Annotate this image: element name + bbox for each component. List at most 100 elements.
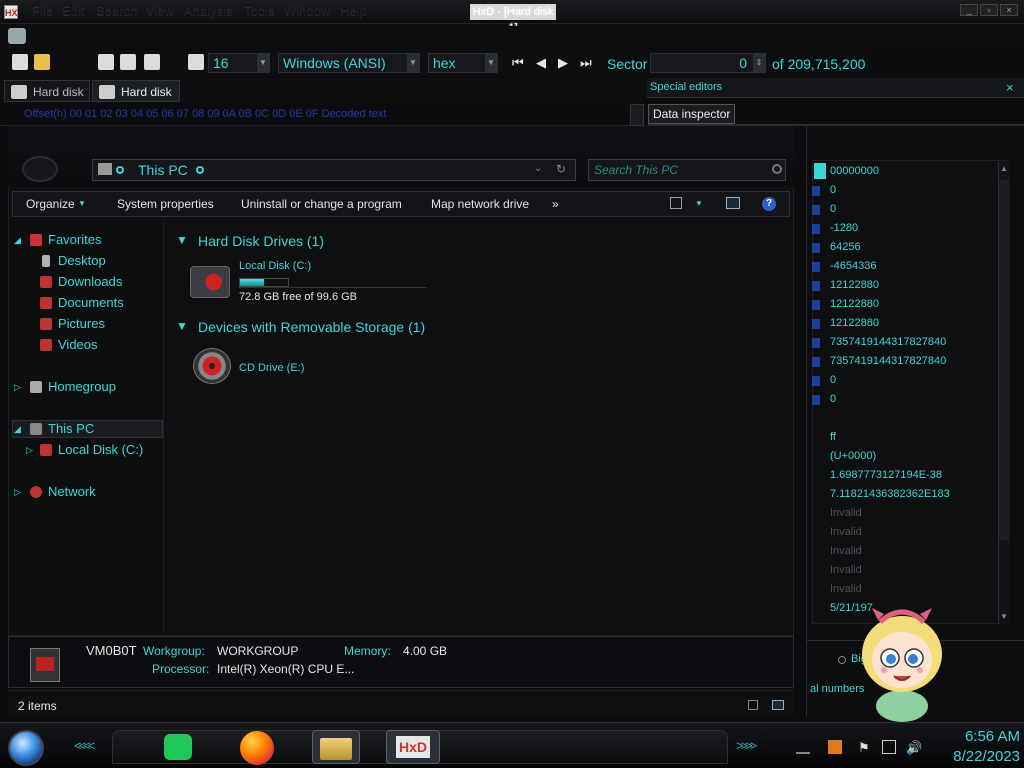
- menu-search[interactable]: Search: [96, 3, 137, 18]
- window-maximize-button[interactable]: ▫: [980, 4, 998, 16]
- tab-hard-disk-1-active[interactable]: Hard disk 1: [92, 80, 180, 121]
- inspector-value-row[interactable]: 7357419144317827840: [830, 333, 1010, 352]
- scroll-down-icon[interactable]: ▼: [1000, 612, 1008, 621]
- prev-sector-icon[interactable]: ◀: [536, 55, 546, 71]
- details-view-icon[interactable]: [748, 700, 758, 710]
- help-icon[interactable]: ?: [762, 197, 776, 211]
- bytes-per-row-select[interactable]: 16 ▼: [208, 53, 270, 73]
- charset-select[interactable]: Windows (ANSI) ▼: [278, 53, 420, 73]
- chevron-down-icon[interactable]: ⌄: [534, 163, 542, 174]
- nav-videos[interactable]: Videos: [26, 335, 178, 355]
- collapse-chevron-icon[interactable]: ▼: [176, 319, 188, 333]
- chevron-down-icon[interactable]: ▼: [695, 199, 703, 208]
- app-icon[interactable]: HX: [4, 5, 18, 19]
- offset-base-select[interactable]: hex ▼: [428, 53, 498, 73]
- inspector-value-row[interactable]: 12122880: [830, 276, 1010, 295]
- clock-time[interactable]: 6:56 AM: [940, 728, 1020, 745]
- expand-arrow-icon[interactable]: ◢: [14, 230, 21, 250]
- network-icon[interactable]: [882, 740, 896, 754]
- nav-desktop[interactable]: Desktop: [26, 251, 178, 271]
- menu-help[interactable]: Help: [340, 3, 367, 18]
- inspector-value-row[interactable]: 12122880: [830, 295, 1010, 314]
- menu-window[interactable]: Window: [284, 3, 330, 18]
- inspector-value-row[interactable]: 0: [830, 200, 1010, 219]
- save-all-icon[interactable]: [120, 54, 136, 70]
- inspector-value-row[interactable]: 0: [830, 390, 1010, 409]
- first-sector-icon[interactable]: ⏮: [512, 55, 524, 71]
- inspector-value-row[interactable]: Invalid: [830, 542, 1010, 561]
- organize-button[interactable]: Organize: [26, 197, 75, 211]
- inspector-value-row[interactable]: 7.11821436382362E183: [830, 485, 1010, 504]
- menu-file[interactable]: File: [32, 3, 53, 18]
- cd-drive-icon[interactable]: [193, 348, 231, 384]
- close-file-icon[interactable]: [144, 54, 160, 70]
- hex-scrollbar[interactable]: [630, 104, 644, 126]
- nav-downloads[interactable]: Downloads: [26, 272, 178, 292]
- inspector-value-row[interactable]: 1.6987773127194E-38: [830, 466, 1010, 485]
- firefox-icon[interactable]: [240, 731, 274, 765]
- back-forward-icon[interactable]: [22, 156, 58, 182]
- search-icon[interactable]: [772, 164, 782, 174]
- new-file-icon[interactable]: [12, 54, 28, 70]
- byte-order-radio[interactable]: [838, 656, 846, 664]
- group-hard-disk-drives[interactable]: Hard Disk Drives (1): [198, 233, 324, 249]
- notes-app-icon[interactable]: [164, 734, 192, 760]
- close-icon[interactable]: ×: [1006, 80, 1014, 95]
- drive-e-name[interactable]: CD Drive (E:): [239, 362, 304, 374]
- save-icon[interactable]: [98, 54, 114, 70]
- scrollbar-thumb[interactable]: [999, 180, 1009, 540]
- next-sector-icon[interactable]: ▶: [558, 55, 568, 71]
- last-sector-icon[interactable]: ⏭: [580, 55, 592, 71]
- collapse-chevron-icon[interactable]: ▼: [176, 233, 188, 247]
- inspector-value-row[interactable]: 12122880: [830, 314, 1010, 333]
- drive-c-name[interactable]: Local Disk (C:): [239, 260, 311, 272]
- inspector-value-row[interactable]: Invalid: [830, 580, 1010, 599]
- sector-input[interactable]: 0 ⇕: [650, 53, 766, 73]
- nav-this-pc[interactable]: ◢ This PC: [14, 419, 166, 439]
- uninstall-program-button[interactable]: Uninstall or change a program: [241, 197, 402, 211]
- view-options-icon[interactable]: [670, 197, 682, 209]
- document-icon[interactable]: [8, 28, 26, 44]
- preview-pane-icon[interactable]: [726, 197, 740, 209]
- flag-icon[interactable]: ⚑: [858, 740, 872, 755]
- nav-homegroup[interactable]: ▷ Homegroup: [14, 377, 166, 397]
- inspector-value-row[interactable]: 00000000: [830, 162, 1010, 181]
- group-removable-storage[interactable]: Devices with Removable Storage (1): [198, 319, 425, 335]
- app-tray-icon[interactable]: [828, 740, 842, 754]
- nav-pictures[interactable]: Pictures: [26, 314, 178, 334]
- inspector-value-row[interactable]: Invalid: [830, 504, 1010, 523]
- breadcrumb-separator-icon[interactable]: [196, 166, 204, 174]
- inspector-value-row[interactable]: (U+0000): [830, 447, 1010, 466]
- inspector-value-row[interactable]: 0: [830, 181, 1010, 200]
- tab-data-inspector[interactable]: Data inspector: [648, 104, 736, 124]
- inspector-value-row[interactable]: [830, 409, 1010, 428]
- inspector-value-row[interactable]: -1280: [830, 219, 1010, 238]
- expand-arrow-icon[interactable]: ◢: [14, 419, 21, 439]
- volume-icon[interactable]: 🔊: [906, 740, 922, 755]
- inspector-value-row[interactable]: 7357419144317827840: [830, 352, 1010, 371]
- inspector-value-row[interactable]: Invalid: [830, 523, 1010, 542]
- menu-tools[interactable]: Tools: [244, 3, 274, 18]
- more-commands-button[interactable]: »: [552, 197, 559, 211]
- hard-drive-icon[interactable]: [190, 266, 230, 298]
- tab-hard-disk-1[interactable]: Hard disk 1: [4, 80, 90, 121]
- breadcrumb-this-pc[interactable]: This PC: [138, 162, 188, 178]
- inspector-value-row[interactable]: -4654336: [830, 257, 1010, 276]
- nav-local-disk[interactable]: ▷ Local Disk (C:): [26, 440, 178, 460]
- open-folder-icon[interactable]: [34, 54, 50, 70]
- inspector-value-row[interactable]: 0: [830, 371, 1010, 390]
- window-minimize-button[interactable]: _: [960, 4, 978, 16]
- refresh-icon[interactable]: ↻: [556, 162, 566, 176]
- expand-arrow-icon[interactable]: ▷: [26, 440, 33, 460]
- map-network-drive-button[interactable]: Map network drive: [431, 197, 529, 211]
- window-close-button[interactable]: ×: [1000, 4, 1018, 16]
- menu-view[interactable]: View: [146, 3, 174, 18]
- inspector-value-row[interactable]: ff: [830, 428, 1010, 447]
- large-icons-view-icon[interactable]: [772, 700, 784, 710]
- nav-network[interactable]: ▷ Network: [14, 482, 166, 502]
- show-hidden-icons-icon[interactable]: [796, 740, 810, 754]
- system-properties-button[interactable]: System properties: [117, 197, 214, 211]
- menu-analysis[interactable]: Analysis: [184, 3, 232, 18]
- menu-edit[interactable]: Edit: [62, 3, 84, 18]
- clock-date[interactable]: 8/22/2023: [930, 748, 1020, 765]
